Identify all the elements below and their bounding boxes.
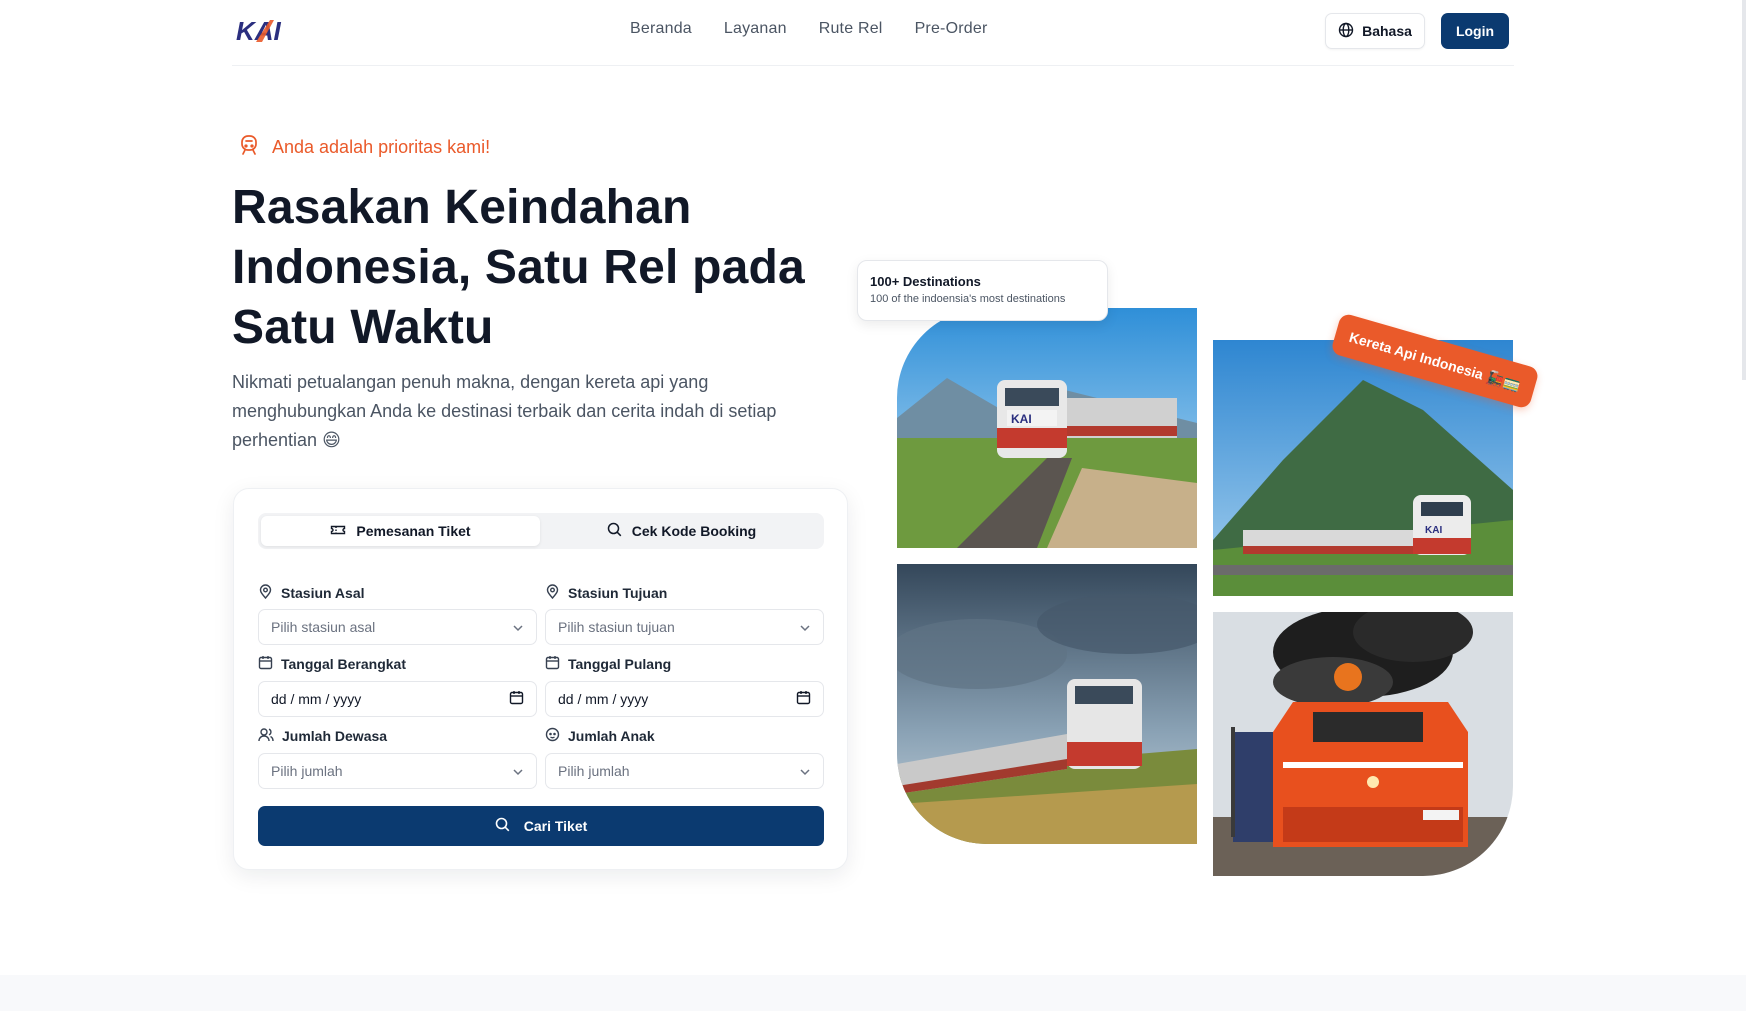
calendar-icon [545, 655, 560, 673]
origin-label-group: Stasiun Asal [258, 584, 365, 602]
tab-pemesanan-tiket[interactable]: Pemesanan Tiket [261, 516, 540, 546]
ticket-icon [330, 523, 346, 540]
chevron-down-icon [799, 763, 811, 779]
next-section-band [0, 975, 1746, 1011]
child-count-select[interactable]: Pilih jumlah [545, 753, 824, 789]
calendar-picker-icon[interactable] [796, 690, 811, 708]
hero-title: Rasakan Keindahan Indonesia, Satu Rel pa… [232, 178, 832, 358]
destination-label: Stasiun Tujuan [568, 585, 668, 601]
origin-select[interactable]: Pilih stasiun asal [258, 609, 537, 645]
scrollbar[interactable] [1742, 0, 1746, 380]
language-label: Bahasa [1362, 23, 1412, 39]
hero-title-line-2: Indonesia, Satu Rel pada [232, 241, 805, 294]
login-button[interactable]: Login [1441, 13, 1509, 49]
main-nav: Beranda Layanan Rute Rel Pre-Order [630, 20, 988, 38]
depart-label: Tanggal Berangkat [281, 656, 406, 672]
search-icon [607, 522, 622, 540]
tagline: Anda adalah prioritas kami! [238, 134, 490, 161]
kai-logo[interactable]: KAI [236, 16, 296, 46]
return-label: Tanggal Pulang [568, 656, 672, 672]
hero-title-line-3: Satu Waktu [232, 301, 494, 354]
adult-count-select[interactable]: Pilih jumlah [258, 753, 537, 789]
adult-label-group: Jumlah Dewasa [258, 727, 387, 745]
origin-placeholder: Pilih stasiun asal [271, 619, 376, 635]
users-icon [258, 727, 274, 745]
train-photo-1: KAI [897, 308, 1197, 548]
return-date-input[interactable]: dd / mm / yyyy [545, 681, 824, 717]
destination-label-group: Stasiun Tujuan [545, 584, 667, 602]
chevron-down-icon [799, 619, 811, 635]
depart-date-value: dd / mm / yyyy [271, 691, 362, 707]
origin-label: Stasiun Asal [281, 585, 365, 601]
map-pin-icon [545, 584, 560, 602]
booking-tabs: Pemesanan Tiket Cek Kode Booking [258, 513, 824, 549]
svg-text:KAI: KAI [1011, 412, 1032, 426]
svg-text:KAI: KAI [1425, 525, 1442, 536]
child-label: Jumlah Anak [568, 728, 655, 744]
destinations-subtitle: 100 of the indoensia's most destinations [870, 293, 1066, 305]
destinations-card: 100+ Destinations 100 of the indoensia's… [857, 260, 1108, 321]
return-date-value: dd / mm / yyyy [558, 691, 649, 707]
map-pin-icon [258, 584, 273, 602]
baby-icon [545, 727, 560, 745]
nav-beranda[interactable]: Beranda [630, 20, 692, 38]
language-button[interactable]: Bahasa [1325, 13, 1425, 49]
calendar-icon [258, 655, 273, 673]
calendar-picker-icon[interactable] [509, 690, 524, 708]
train-photo-3 [897, 564, 1197, 844]
train-photo-4 [1213, 612, 1513, 876]
search-ticket-button[interactable]: Cari Tiket [258, 806, 824, 846]
globe-icon [1338, 22, 1354, 41]
chevron-down-icon [512, 619, 524, 635]
depart-date-input[interactable]: dd / mm / yyyy [258, 681, 537, 717]
chevron-down-icon [512, 763, 524, 779]
tab-cek-kode-booking-label: Cek Kode Booking [631, 523, 757, 539]
train-icon [238, 134, 260, 161]
child-label-group: Jumlah Anak [545, 727, 655, 745]
site-header: KAI Beranda Layanan Rute Rel Pre-Order B… [232, 0, 1514, 66]
depart-label-group: Tanggal Berangkat [258, 655, 406, 673]
tagline-text: Anda adalah prioritas kami! [272, 137, 491, 157]
search-icon [495, 817, 510, 835]
destination-placeholder: Pilih stasiun tujuan [558, 619, 675, 635]
nav-pre-order[interactable]: Pre-Order [915, 20, 988, 38]
destinations-title: 100+ Destinations [870, 274, 981, 289]
adult-label: Jumlah Dewasa [282, 728, 388, 744]
adult-placeholder: Pilih jumlah [271, 763, 343, 779]
return-label-group: Tanggal Pulang [545, 655, 671, 673]
tab-pemesanan-tiket-label: Pemesanan Tiket [356, 523, 471, 539]
child-placeholder: Pilih jumlah [558, 763, 630, 779]
tab-cek-kode-booking[interactable]: Cek Kode Booking [542, 516, 821, 546]
hero-title-line-1: Rasakan Keindahan [232, 181, 692, 234]
search-ticket-label: Cari Tiket [523, 818, 588, 834]
nav-rute-rel[interactable]: Rute Rel [819, 20, 883, 38]
destination-select[interactable]: Pilih stasiun tujuan [545, 609, 824, 645]
booking-card: Pemesanan Tiket Cek Kode Booking Stasiun… [233, 488, 848, 870]
nav-layanan[interactable]: Layanan [724, 20, 787, 38]
hero-description: Nikmati petualangan penuh makna, dengan … [232, 372, 777, 450]
